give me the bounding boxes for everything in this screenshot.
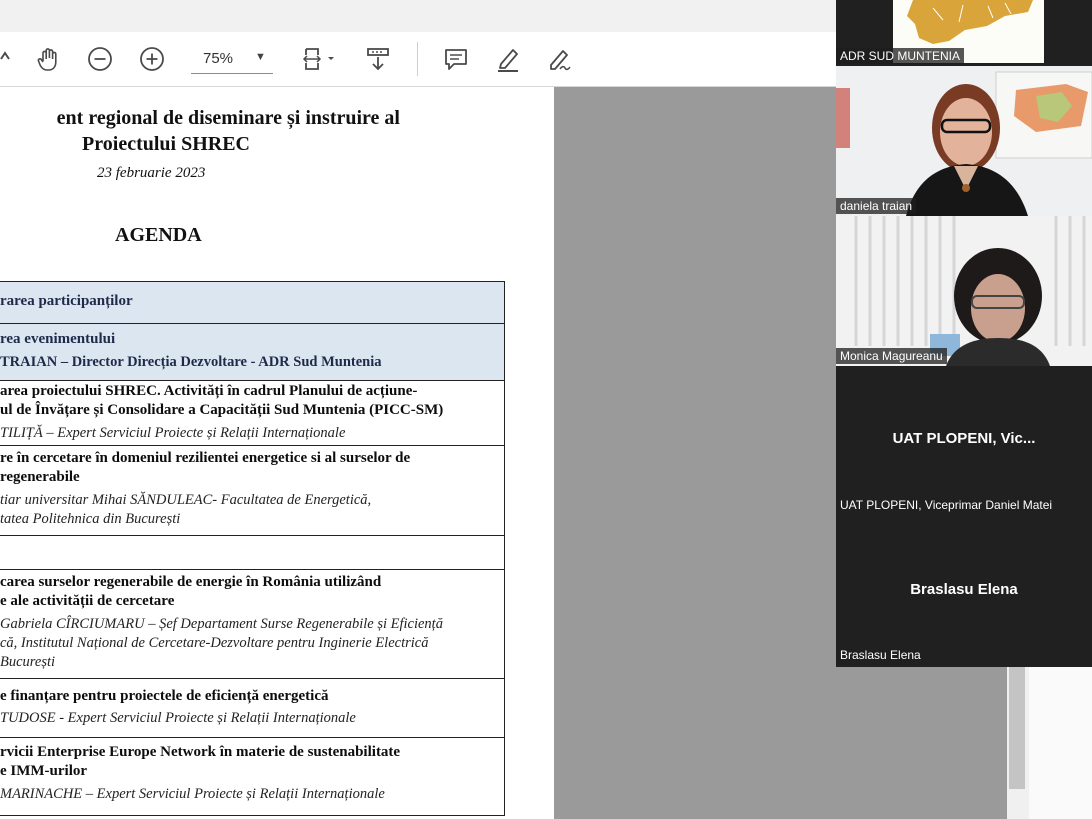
- participant-name: daniela traian: [836, 198, 917, 214]
- zoom-level-value: 75%: [203, 50, 234, 67]
- hand-tool-icon[interactable]: [31, 42, 65, 76]
- fit-page-icon[interactable]: [294, 42, 342, 76]
- agenda-heading: AGENDA: [115, 224, 202, 246]
- row-title: e IMM-urilor: [0, 763, 88, 779]
- row-title: re în cercetare în domeniul rezilientei …: [0, 450, 411, 466]
- row-title: carea surselor regenerabile de energie î…: [0, 574, 382, 590]
- row-speaker: TRAIAN – Director Direcția Dezvoltare - …: [0, 354, 382, 370]
- highlight-icon[interactable]: [491, 42, 525, 76]
- agenda-row: e finanțare pentru proiectele de eficien…: [0, 679, 505, 738]
- row-speaker: tiar universitar Mihai SĂNDULEAC- Facult…: [0, 492, 372, 508]
- participant-name: Monica Magureanu: [836, 348, 947, 364]
- agenda-table: rarea participanților rea evenimentului …: [0, 281, 505, 816]
- agenda-row: carea surselor regenerabile de energie î…: [0, 570, 505, 679]
- agenda-row: rarea participanților: [0, 281, 505, 324]
- chevron-down-icon: ▼: [255, 51, 266, 63]
- row-title: rarea participanților: [0, 293, 133, 309]
- participant-name: UAT PLOPENI, Viceprimar Daniel Matei: [840, 498, 1053, 512]
- scrollbar-thumb[interactable]: [1009, 667, 1025, 789]
- row-speaker: TUDOSE - Expert Serviciul Proiecte și Re…: [0, 710, 356, 726]
- agenda-row: rea evenimentului TRAIAN – Director Dire…: [0, 324, 505, 381]
- row-title: ul de Învățare și Consolidare a Capacită…: [0, 402, 444, 418]
- participant-tile-daniela[interactable]: daniela traian: [836, 66, 1092, 216]
- window-top-bar: [0, 0, 836, 32]
- zoom-level-select[interactable]: 75% ▼: [191, 45, 273, 74]
- participant-display-name: UAT PLOPENI, Vic...: [892, 430, 1036, 447]
- pdf-page: ent regional de diseminare și instruire …: [0, 87, 554, 819]
- participant-tile-adr[interactable]: ADR SUD MUNTENIA: [836, 0, 1092, 66]
- row-speaker: București: [0, 654, 56, 670]
- participant-video-frame: [836, 216, 1092, 366]
- scroll-select-icon[interactable]: [0, 42, 22, 76]
- participant-tile-uat-plopeni[interactable]: UAT PLOPENI, Vic... UAT PLOPENI, Vicepri…: [836, 366, 1092, 517]
- document-title: ent regional de diseminare și instruire …: [0, 105, 400, 157]
- participant-name: ADR SUD MUNTENIA: [836, 48, 965, 64]
- document-date: 23 februarie 2023: [97, 165, 206, 181]
- agenda-row: rvicii Enterprise Europe Network în mate…: [0, 738, 505, 816]
- title-line-2: Proiectului SHREC: [82, 133, 250, 155]
- participant-tile-braslasu[interactable]: Braslasu Elena Braslasu Elena: [836, 517, 1092, 667]
- toolbar-divider: [417, 42, 418, 76]
- row-title: rea evenimentului: [0, 331, 116, 347]
- agenda-row: re în cercetare în domeniul rezilientei …: [0, 446, 505, 536]
- comment-icon[interactable]: [439, 42, 473, 76]
- row-title: regenerabile: [0, 469, 80, 485]
- participant-video-frame: [836, 66, 1092, 216]
- title-line-1: ent regional de diseminare și instruire …: [56, 107, 400, 129]
- row-speaker: TILIȚĂ – Expert Serviciul Proiecte și Re…: [0, 425, 346, 441]
- row-speaker: MARINACHE – Expert Serviciul Proiecte și…: [0, 786, 385, 802]
- agenda-row: area proiectului SHREC. Activități în ca…: [0, 381, 505, 446]
- row-speaker: că, Institutul Național de Cercetare-Dez…: [0, 635, 429, 651]
- pdf-toolbar: 75% ▼: [0, 32, 836, 87]
- row-title: rvicii Enterprise Europe Network în mate…: [0, 744, 401, 760]
- participant-tile-monica[interactable]: Monica Magureanu: [836, 216, 1092, 366]
- zoom-out-icon[interactable]: [83, 42, 117, 76]
- side-panel-edge: [1029, 667, 1092, 819]
- row-speaker: tatea Politehnica din București: [0, 511, 181, 527]
- row-title: e ale activității de cercetare: [0, 593, 175, 609]
- sign-icon[interactable]: [543, 42, 577, 76]
- zoom-in-icon[interactable]: [135, 42, 169, 76]
- row-speaker: Gabriela CÎRCIUMARU – Șef Departament Su…: [0, 616, 443, 632]
- participant-name: Braslasu Elena: [840, 648, 921, 662]
- agenda-row-empty: [0, 536, 505, 570]
- download-icon[interactable]: [361, 42, 395, 76]
- row-title: e finanțare pentru proiectele de eficien…: [0, 688, 329, 704]
- row-title: area proiectului SHREC. Activități în ca…: [0, 383, 418, 399]
- participant-display-name: Braslasu Elena: [910, 581, 1018, 598]
